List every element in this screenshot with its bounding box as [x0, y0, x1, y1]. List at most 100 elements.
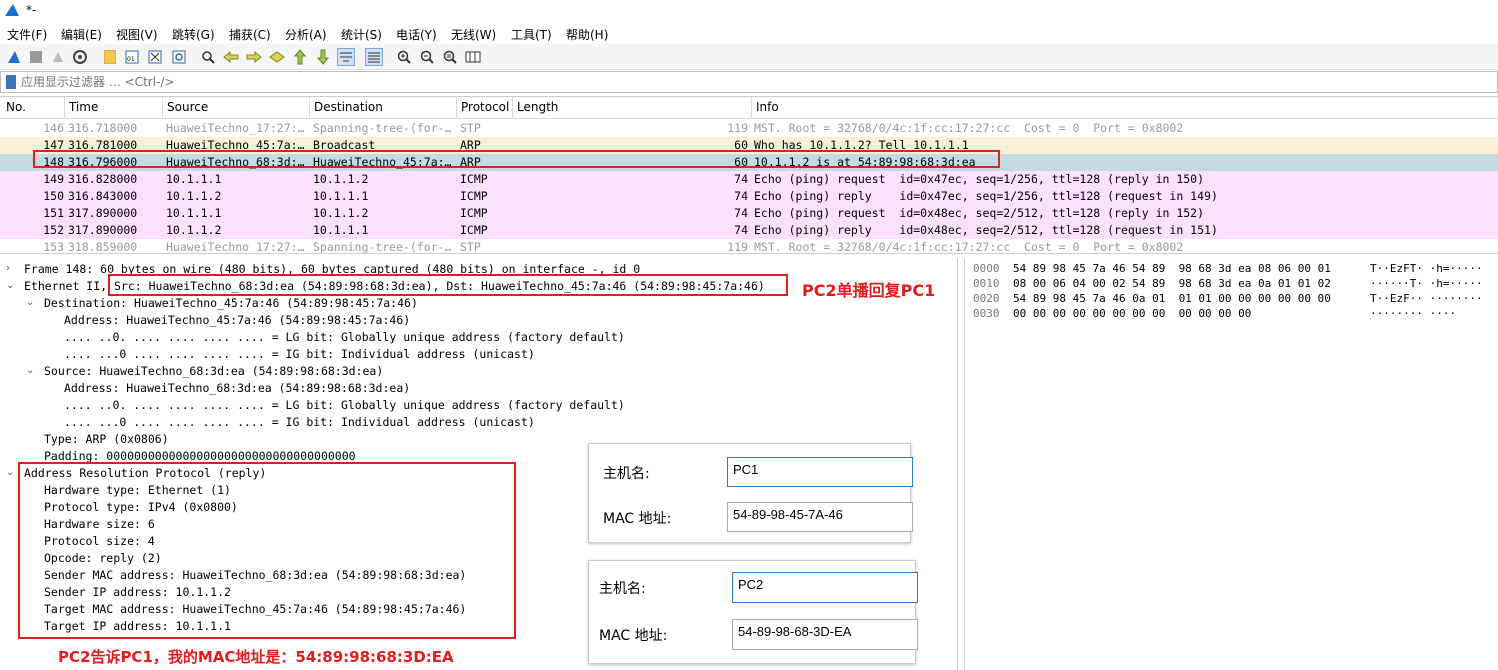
- options-icon[interactable]: [71, 48, 89, 66]
- zoom-out-icon[interactable]: [418, 48, 436, 66]
- menu-tools[interactable]: 工具(T): [511, 26, 552, 43]
- packet-cell-src: 10.1.1.2: [166, 189, 222, 203]
- pc1-host-field[interactable]: PC1: [727, 457, 913, 487]
- detail-line[interactable]: .... ...0 .... .... .... .... = IG bit: …: [64, 415, 535, 432]
- pc2-tells-annotation: PC2告诉PC1，我的MAC地址是：54:89:98:68:3D:EA: [58, 648, 454, 666]
- packet-cell-info: Echo (ping) request id=0x47ec, seq=1/256…: [754, 172, 1205, 186]
- column-time[interactable]: Time: [65, 100, 98, 114]
- menu-edit[interactable]: 编辑(E): [61, 26, 102, 43]
- detail-line[interactable]: Address: HuaweiTechno_45:7a:46 (54:89:98…: [64, 313, 410, 330]
- menu-go[interactable]: 跳转(G): [172, 26, 215, 43]
- collapse-arrow-icon[interactable]: ⌄: [26, 297, 34, 308]
- expand-arrow-icon[interactable]: ›: [6, 263, 10, 274]
- column-length[interactable]: Length: [513, 100, 558, 114]
- packet-list: No. Time Source Destination Protocol Len…: [0, 96, 1498, 254]
- column-no[interactable]: No.: [2, 100, 26, 114]
- shark-fin-start-icon[interactable]: [5, 48, 23, 66]
- open-file-icon[interactable]: [101, 48, 119, 66]
- zoom-reset-icon[interactable]: [441, 48, 459, 66]
- packet-cell-proto: ICMP: [460, 223, 488, 237]
- menu-analyze[interactable]: 分析(A): [285, 26, 327, 43]
- bytes-off: 0020: [973, 292, 1000, 305]
- detail-line[interactable]: .... ...0 .... .... .... .... = IG bit: …: [64, 347, 535, 364]
- collapse-arrow-icon[interactable]: ⌄: [6, 280, 14, 291]
- stop-icon[interactable]: [27, 48, 45, 66]
- packet-row[interactable]: 149 316.828000 10.1.1.1 10.1.1.2 ICMP 74 Echo …: [0, 171, 1498, 188]
- menu-capture[interactable]: 捕获(C): [229, 26, 271, 43]
- menu-telephony[interactable]: 电话(Y): [396, 26, 437, 43]
- colorize-icon[interactable]: [365, 48, 383, 66]
- save-icon[interactable]: 01: [123, 48, 141, 66]
- column-destination[interactable]: Destination: [310, 100, 383, 114]
- packet-cell-src: 10.1.1.1: [166, 172, 222, 186]
- display-filter-input[interactable]: [21, 74, 1491, 90]
- bytes-ascii: T··EzF·· ········: [1370, 292, 1483, 305]
- first-icon[interactable]: [291, 48, 309, 66]
- packet-cell-no: 150: [43, 189, 64, 203]
- detail-line[interactable]: Type: ARP (0x0806): [44, 432, 169, 449]
- packet-cell-len: 119: [727, 240, 748, 254]
- resize-columns-icon[interactable]: [464, 48, 482, 66]
- menu-wireless[interactable]: 无线(W): [451, 26, 496, 43]
- autoscroll-icon[interactable]: [337, 48, 355, 66]
- menu-statistics[interactable]: 统计(S): [341, 26, 382, 43]
- find-icon[interactable]: [199, 48, 217, 66]
- pc1-config-card: 主机名: PC1 MAC 地址: 54-89-98-45-7A-46: [588, 443, 913, 543]
- pc2-host-field[interactable]: PC2: [732, 572, 918, 603]
- packet-row[interactable]: 146 316.718000 HuaweiTechno_17:27:… Spannin…: [0, 120, 1498, 137]
- bytes-ascii: ········ ····: [1370, 307, 1457, 320]
- bytes-hex: 00 00 00 00 00 00 00 00 00 00 00 00: [1013, 307, 1252, 320]
- detail-line[interactable]: .... ..0. .... .... .... .... = LG bit: …: [64, 398, 625, 415]
- packet-cell-no: 152: [43, 223, 64, 237]
- collapse-arrow-icon[interactable]: ⌄: [6, 467, 14, 478]
- packet-row[interactable]: 150 316.843000 10.1.1.2 10.1.1.1 ICMP 74 Echo …: [0, 188, 1498, 205]
- column-source[interactable]: Source: [163, 100, 208, 114]
- pc2-mac-field[interactable]: 54-89-98-68-3D-EA: [732, 619, 918, 650]
- title-bar: *-: [0, 0, 1498, 22]
- detail-line[interactable]: Source: HuaweiTechno_68:3d:ea (54:89:98:…: [44, 364, 383, 381]
- pc2-config-card: 主机名: PC2 MAC 地址: 54-89-98-68-3D-EA: [588, 560, 918, 664]
- packet-row[interactable]: 152 317.890000 10.1.1.2 10.1.1.1 ICMP 74 Echo …: [0, 222, 1498, 239]
- pc1-mac-label: MAC 地址:: [603, 511, 672, 527]
- column-protocol[interactable]: Protocol: [457, 100, 509, 114]
- goto-icon[interactable]: [268, 48, 286, 66]
- packet-row[interactable]: 151 317.890000 10.1.1.1 10.1.1.2 ICMP 74 Echo …: [0, 205, 1498, 222]
- menu-file[interactable]: 文件(F): [7, 26, 47, 43]
- menu-view[interactable]: 视图(V): [116, 26, 158, 43]
- close-file-icon[interactable]: [146, 48, 164, 66]
- bytes-hex: 54 89 98 45 7a 46 54 89 98 68 3d ea 08 0…: [1013, 262, 1331, 275]
- menu-help[interactable]: 帮助(H): [566, 26, 608, 43]
- wireshark-logo-icon: [5, 4, 19, 16]
- pc1-mac-field[interactable]: 54-89-98-45-7A-46: [727, 502, 913, 532]
- packet-bytes: 0000 54 89 98 45 7a 46 54 89 98 68 3d ea …: [964, 258, 1498, 670]
- detail-line[interactable]: Address: HuaweiTechno_68:3d:ea (54:89:98…: [64, 381, 410, 398]
- packet-cell-len: 74: [734, 189, 748, 203]
- packet-cell-info: Echo (ping) reply id=0x47ec, seq=1/256, …: [754, 189, 1218, 203]
- forward-icon[interactable]: [245, 48, 263, 66]
- packet-list-header: No. Time Source Destination Protocol Len…: [0, 97, 1498, 119]
- detail-line[interactable]: .... ..0. .... .... .... .... = LG bit: …: [64, 330, 625, 347]
- bytes-off: 0010: [973, 277, 1000, 290]
- bytes-off: 0000: [973, 262, 1000, 275]
- packet-cell-no: 146: [43, 121, 64, 135]
- packet-cell-len: 74: [734, 223, 748, 237]
- restart-icon[interactable]: [49, 48, 67, 66]
- bookmark-icon[interactable]: [6, 75, 16, 89]
- pc1-host-label: 主机名:: [603, 466, 650, 482]
- collapse-arrow-icon[interactable]: ⌄: [26, 365, 34, 376]
- reload-icon[interactable]: [170, 48, 188, 66]
- packet-cell-no: 153: [43, 240, 64, 254]
- last-icon[interactable]: [314, 48, 332, 66]
- detail-line[interactable]: Destination: HuaweiTechno_45:7a:46 (54:8…: [44, 296, 418, 313]
- packet-cell-info: MST. Root = 32768/0/4c:1f:cc:17:27:cc Co…: [754, 240, 1184, 254]
- column-info[interactable]: Info: [752, 100, 779, 114]
- zoom-in-icon[interactable]: [395, 48, 413, 66]
- packet-cell-proto: ICMP: [460, 206, 488, 220]
- packet-cell-dst: Spanning-tree-(for-…: [313, 121, 452, 135]
- back-icon[interactable]: [222, 48, 240, 66]
- packet-row[interactable]: 153 318.859000 HuaweiTechno_17:27:… Spannin…: [0, 239, 1498, 254]
- bytes-hex: 54 89 98 45 7a 46 0a 01 01 01 00 00 00 0…: [1013, 292, 1331, 305]
- packet-cell-dst: 10.1.1.2: [313, 172, 369, 186]
- packet-cell-len: 74: [734, 206, 748, 220]
- main-toolbar: 01: [0, 44, 1498, 70]
